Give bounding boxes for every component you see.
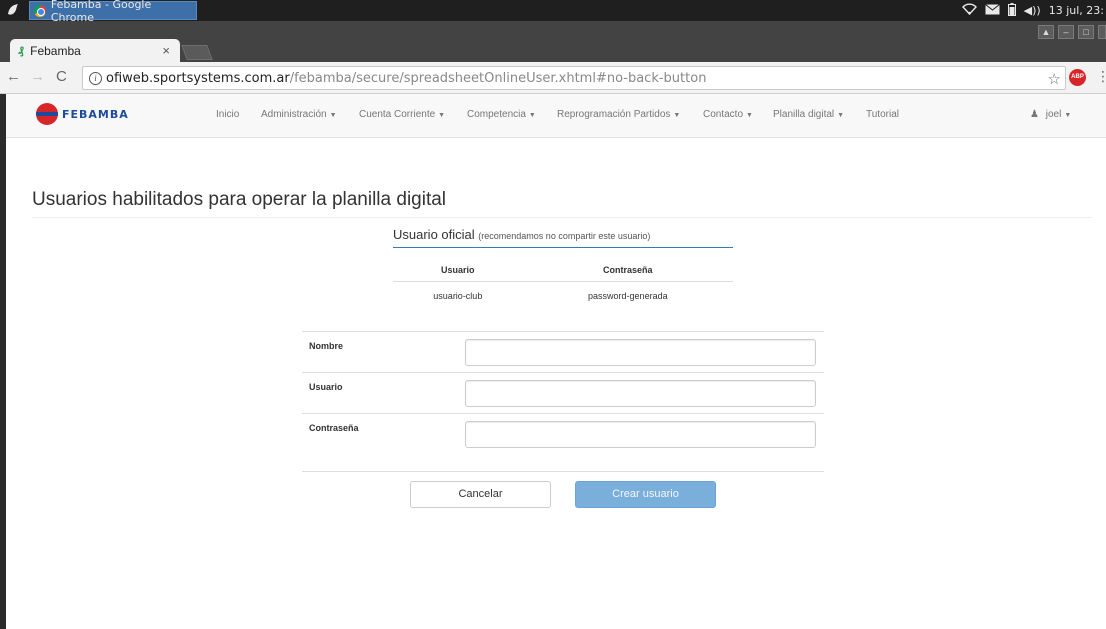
browser-toolbar: ← → C i ofiweb.sportsystems.com.ar/febam… [0, 62, 1106, 94]
nav-item-label: Competencia [467, 109, 526, 120]
chrome-icon [34, 4, 46, 17]
adblock-icon[interactable]: ABP [1069, 69, 1086, 86]
info-icon[interactable]: i [89, 71, 102, 85]
nav-item-administracion[interactable]: Administración ▼ [261, 109, 337, 120]
caret-down-icon: ▼ [746, 112, 753, 119]
form-row-nombre: Nombre [302, 332, 824, 373]
contrasena-field[interactable] [465, 421, 816, 448]
create-user-form: Nombre Usuario Contraseña [302, 331, 824, 455]
tab-title: Febamba [30, 43, 81, 58]
nombre-field[interactable] [465, 339, 816, 366]
site-navbar: FEBAMBA Inicio Administración ▼ Cuenta Co… [6, 94, 1106, 138]
nav-item-contacto[interactable]: Contacto ▼ [703, 109, 753, 120]
usuario-field[interactable] [465, 380, 816, 407]
create-user-button[interactable]: Crear usuario [575, 481, 716, 508]
caret-down-icon: ▼ [1064, 112, 1072, 119]
os-taskbar: Febamba - Google Chrome ◀)) 13 jul, 23: [0, 0, 1106, 24]
volume-icon[interactable]: ◀)) [1024, 4, 1041, 17]
official-user-heading: Usuario oficial (recomendamos no compart… [393, 227, 733, 248]
table-header-row: Usuario Contraseña [393, 259, 733, 282]
column-header-contrasena: Contraseña [522, 259, 733, 282]
reload-icon[interactable]: C [56, 68, 67, 85]
nav-item-label: Administración [261, 109, 327, 120]
wifi-icon[interactable] [961, 3, 977, 18]
bookmark-star-icon[interactable]: ☆ [1048, 70, 1061, 88]
nav-item-planilla-digital[interactable]: Planilla digital ▼ [773, 109, 844, 120]
cancel-button[interactable]: Cancelar [410, 481, 551, 508]
nav-item-inicio[interactable]: Inicio [216, 109, 239, 120]
system-tray: ◀)) 13 jul, 23: [961, 0, 1106, 21]
nav-item-label: Planilla digital [773, 109, 835, 120]
nav-item-label: Cuenta Corriente [359, 109, 436, 120]
address-bar[interactable]: i ofiweb.sportsystems.com.ar/febamba/sec… [82, 66, 1066, 90]
nav-item-label: Tutorial [866, 109, 899, 120]
official-user-title: Usuario oficial [393, 227, 475, 242]
nav-item-tutorial[interactable]: Tutorial [866, 109, 899, 120]
page-title: Usuarios habilitados para operar la plan… [32, 189, 447, 210]
nav-item-reprogramacion-partidos[interactable]: Reprogramación Partidos ▼ [557, 109, 680, 120]
forward-arrow-icon[interactable]: → [30, 68, 45, 85]
url-host: ofiweb.sportsystems.com.ar [106, 70, 290, 86]
nombre-label: Nombre [309, 341, 344, 351]
chrome-menu-icon[interactable]: ⋮ [1096, 68, 1106, 85]
page: FEBAMBA Inicio Administración ▼ Cuenta Co… [0, 94, 1106, 629]
caret-down-icon: ▼ [438, 112, 446, 119]
nav-menu: Inicio Administración ▼ Cuenta Corriente ▼… [6, 94, 1106, 138]
tab-strip: ₰ Febamba × ▲ – □ [0, 21, 1106, 62]
nav-item-label: Reprogramación Partidos [557, 109, 671, 120]
caret-down-icon: ▼ [329, 112, 337, 119]
febamba-favicon-icon: ₰ [18, 44, 25, 57]
caret-down-icon: ▼ [837, 112, 845, 119]
clock[interactable]: 13 jul, 23: [1049, 4, 1104, 17]
table-row: usuario-club password-generada [393, 281, 733, 311]
official-user-note: (recomendamos no compartir este usuario) [478, 231, 651, 241]
form-row-usuario: Usuario [302, 373, 824, 414]
nav-item-label: Contacto [703, 109, 744, 120]
caret-down-icon: ▼ [528, 112, 536, 119]
user-icon: ♟ [1030, 109, 1039, 120]
tab-febamba[interactable]: ₰ Febamba × [10, 39, 180, 62]
official-user-table: Usuario Contraseña usuario-club password… [393, 259, 733, 311]
new-tab-button[interactable] [181, 45, 213, 60]
user-profile-button[interactable]: ▲ [1038, 25, 1054, 39]
browser-window: ₰ Febamba × ▲ – □ ← → C i ofiweb.sportsy… [0, 21, 1106, 629]
column-header-usuario: Usuario [393, 259, 523, 282]
divider [32, 217, 1092, 218]
window-controls: ▲ – □ [1038, 25, 1106, 39]
back-arrow-icon[interactable]: ← [6, 68, 21, 85]
close-window-button[interactable] [1098, 25, 1106, 39]
contrasena-label: Contraseña [309, 423, 359, 433]
user-menu[interactable]: ♟ joel ▼ [1030, 109, 1071, 120]
os-menu-icon[interactable] [6, 3, 20, 17]
official-user-panel: Usuario oficial (recomendamos no compart… [393, 227, 733, 311]
url-path: /febamba/secure/spreadsheetOnlineUser.xh… [289, 70, 707, 86]
nav-item-label: Inicio [216, 109, 240, 120]
battery-icon[interactable] [1007, 2, 1016, 19]
official-username: usuario-club [433, 291, 483, 302]
maximize-button[interactable]: □ [1078, 25, 1094, 39]
nav-item-competencia[interactable]: Competencia ▼ [467, 109, 536, 120]
close-icon[interactable]: × [162, 43, 170, 58]
taskbar-window-chrome[interactable]: Febamba - Google Chrome [29, 0, 197, 24]
form-row-contrasena: Contraseña [302, 414, 824, 455]
official-password: password-generada [588, 291, 668, 302]
mail-icon[interactable] [984, 3, 1000, 18]
taskbar-window-title: Febamba - Google Chrome [50, 0, 152, 24]
user-name: joel [1045, 109, 1062, 120]
nav-item-cuenta-corriente[interactable]: Cuenta Corriente ▼ [359, 109, 445, 120]
divider [302, 471, 824, 472]
caret-down-icon: ▼ [673, 112, 681, 119]
minimize-button[interactable]: – [1058, 25, 1074, 39]
usuario-label: Usuario [309, 382, 343, 392]
